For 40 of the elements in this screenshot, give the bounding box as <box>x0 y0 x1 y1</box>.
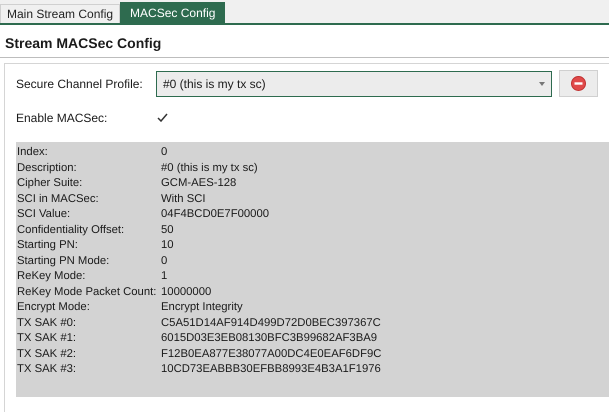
detail-value: 10 <box>161 238 175 253</box>
detail-value: With SCI <box>161 192 207 206</box>
detail-value: C5A51D14AF914D499D72D0BEC397367C <box>161 316 382 330</box>
detail-value: F12B0EA877E38077A00DC4E0EAF6DF9C <box>161 346 382 362</box>
delete-button[interactable] <box>559 70 598 97</box>
enable-checkbox[interactable] <box>156 112 168 124</box>
detail-label: Starting PN Mode: <box>17 254 110 268</box>
remove-icon <box>571 76 586 91</box>
detail-value: 10000000 <box>161 284 212 300</box>
detail-value: 6015D03E3EB08130BFC3B99682AF3BA9 <box>161 331 378 346</box>
detail-value: GCM-AES-128 <box>161 176 238 191</box>
detail-label: Starting PN: <box>17 238 79 253</box>
detail-value: #0 (this is my tx sc) <box>161 160 259 176</box>
detail-label: TX SAK #2: <box>17 346 78 362</box>
field-label: Secure Channel Profile: <box>16 76 144 90</box>
detail-label: Description: <box>17 160 78 176</box>
detail-label: ReKey Mode Packet Count: <box>17 284 158 300</box>
detail-label: Index: <box>17 145 49 160</box>
detail-label: TX SAK #1: <box>17 331 78 346</box>
detail-label: TX SAK #0: <box>17 316 78 330</box>
tab[interactable]: MACSec Config <box>120 2 226 23</box>
detail-value: 0 <box>161 145 168 160</box>
tab[interactable]: Main Stream Config <box>0 4 120 23</box>
detail-label: Encrypt Mode: <box>17 300 91 315</box>
detail-label: Cipher Suite: <box>17 176 84 191</box>
profile-dropdown[interactable]: #0 (this is my tx sc) <box>156 70 552 96</box>
section-title: Stream MACSec Config <box>0 25 609 58</box>
field-label: Enable MACSec: <box>16 111 108 125</box>
detail-value: 10CD73EABBB30EFBB8993E4B3A1F1976 <box>161 362 382 377</box>
detail-label: SCI in MACSec: <box>17 192 100 206</box>
detail-value: 1 <box>161 269 168 284</box>
detail-label: Confidentiality Offset: <box>17 222 126 238</box>
dropdown-arrow-icon <box>539 82 545 86</box>
detail-value: 50 <box>161 222 175 238</box>
detail-value: 04F4BCD0E7F00000 <box>161 207 270 222</box>
detail-label: TX SAK #3: <box>17 362 78 377</box>
detail-label: ReKey Mode: <box>17 269 86 284</box>
detail-value: 0 <box>161 254 168 268</box>
detail-value: Encrypt Integrity <box>161 300 244 315</box>
detail-label: SCI Value: <box>17 207 72 222</box>
